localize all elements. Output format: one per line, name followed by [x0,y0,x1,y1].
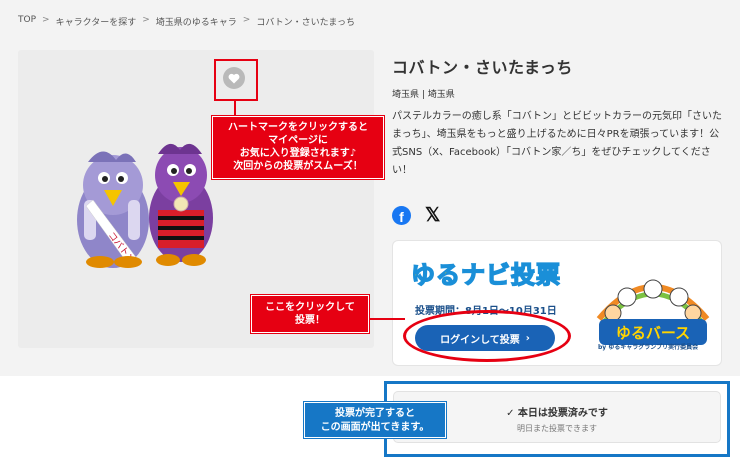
heart-icon [228,73,240,83]
x-icon[interactable]: 𝕏 [425,206,440,225]
breadcrumb-separator: > [42,15,50,25]
facebook-icon[interactable]: f [392,206,411,225]
character-prefecture: 埼玉県 | 埼玉県 [392,90,455,100]
breadcrumb-separator: > [142,15,150,25]
breadcrumb: TOP > キャラクターを探す > 埼玉県のゆるキャラ > コバトン・さいたまっ… [18,15,355,28]
annotation-connector [369,318,405,320]
logo-text: ゆるバース [616,324,690,342]
annotation-vote-hint: ここをクリックして 投票！ [251,295,369,333]
breadcrumb-find-character[interactable]: キャラクターを探す [56,15,137,28]
breadcrumb-top[interactable]: TOP [18,15,36,28]
breadcrumb-current: コバトン・さいたまっち [256,18,355,28]
annotation-connector [234,101,236,116]
character-description: パステルカラーの癒し系「コバトン」とビビットカラーの元気印「さいたまっち」、埼玉… [392,111,722,176]
breadcrumb-saitama[interactable]: 埼玉県のゆるキャラ [156,15,237,28]
annotation-favorite-hint: ハートマークをクリックすると マイページに お気に入り登録されます♪ 次回からの… [212,116,384,179]
character-name: コバトン・さいたまっち [392,58,573,77]
logo-caption: by ゆるキャラグランプリ実行委員会 [598,344,699,351]
annotation-complete-hint: 投票が完了すると この画面が出てきます。 [304,402,446,438]
banner-title: ゆるナビ投票 [410,260,561,290]
breadcrumb-separator: > [242,15,251,25]
vote-highlight-oval [403,310,571,362]
favorite-heart-button[interactable] [223,67,245,89]
social-links: f 𝕏 [392,206,440,225]
